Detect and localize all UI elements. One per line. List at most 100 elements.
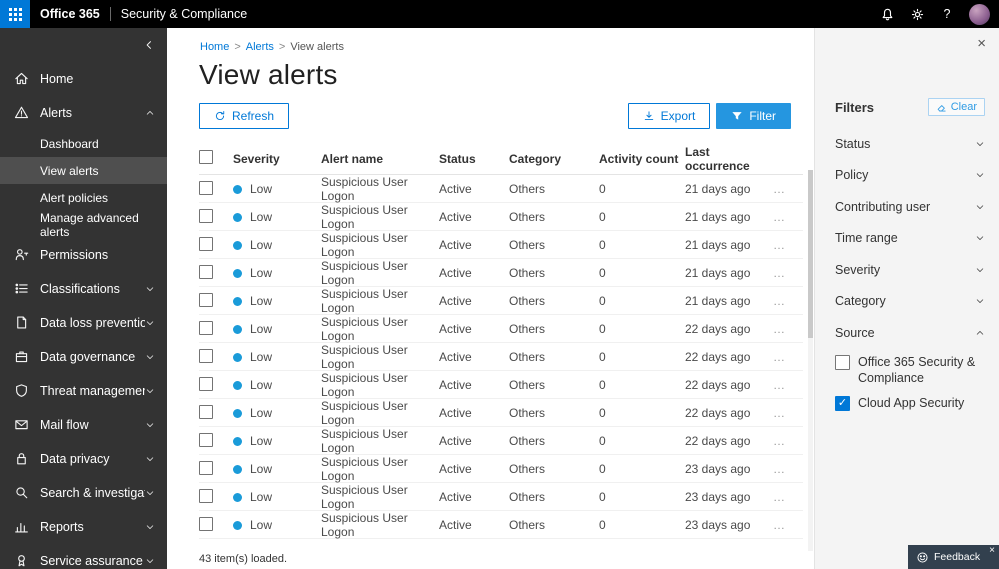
row-checkbox[interactable]: [199, 516, 213, 531]
avatar[interactable]: [969, 3, 990, 25]
row-more-button[interactable]: …: [773, 350, 801, 364]
row-more-button[interactable]: …: [773, 462, 801, 476]
sidebar-item-service-assurance[interactable]: Service assurance: [0, 544, 167, 569]
sidebar-item-threat-management[interactable]: Threat management: [0, 374, 167, 408]
sidebar-item-dashboard[interactable]: Dashboard: [0, 130, 167, 157]
column-header-alert-name[interactable]: Alert name: [321, 152, 439, 166]
table-row[interactable]: Low Suspicious User Logon Active Others 0 21 …: [199, 287, 803, 315]
row-more-button[interactable]: …: [773, 378, 801, 392]
alert-category: Others: [509, 294, 546, 308]
table-row[interactable]: Low Suspicious User Logon Active Others 0 22 …: [199, 343, 803, 371]
scrollbar-thumb[interactable]: [808, 170, 813, 338]
sidebar-item-reports[interactable]: Reports: [0, 510, 167, 544]
sidebar-item-alerts[interactable]: Alerts: [0, 96, 167, 130]
sidebar-item-search-investigation[interactable]: Search & investigation: [0, 476, 167, 510]
row-more-button[interactable]: …: [773, 322, 801, 336]
column-header-status[interactable]: Status: [439, 152, 509, 166]
sidebar-item-view-alerts[interactable]: View alerts: [0, 157, 167, 184]
table-row[interactable]: Low Suspicious User Logon Active Others 0 22 …: [199, 371, 803, 399]
table-row[interactable]: Low Suspicious User Logon Active Others 0 21 …: [199, 259, 803, 287]
column-header-activity-count[interactable]: Activity count: [599, 152, 685, 166]
filter-section-source[interactable]: Source: [835, 317, 985, 349]
help-button[interactable]: ?: [939, 6, 955, 22]
row-more-button[interactable]: …: [773, 294, 801, 308]
unchecked-checkbox[interactable]: [835, 354, 850, 370]
row-checkbox[interactable]: [199, 404, 213, 419]
sidebar: Home Alerts Dashboard View alerts Alert poli…: [0, 28, 167, 569]
chevron-down-icon: [145, 420, 155, 430]
sidebar-item-permissions[interactable]: Permissions: [0, 238, 167, 272]
sidebar-item-data-governance[interactable]: Data governance: [0, 340, 167, 374]
sidebar-item-alert-policies[interactable]: Alert policies: [0, 184, 167, 211]
breadcrumb-alerts[interactable]: Alerts: [246, 41, 274, 53]
row-checkbox[interactable]: [199, 180, 213, 195]
filter-section-policy[interactable]: Policy: [835, 160, 985, 192]
row-checkbox[interactable]: [199, 376, 213, 391]
filter-section-time-range[interactable]: Time range: [835, 223, 985, 255]
row-checkbox[interactable]: [199, 488, 213, 503]
sidebar-item-home[interactable]: Home: [0, 62, 167, 96]
last-occurrence: 21 days ago: [685, 210, 751, 224]
vertical-scrollbar[interactable]: [808, 170, 813, 551]
table-row[interactable]: Low Suspicious User Logon Active Others 0 22 …: [199, 315, 803, 343]
table-row[interactable]: Low Suspicious User Logon Active Others 0 22 …: [199, 399, 803, 427]
clear-filters-button[interactable]: Clear: [927, 98, 985, 116]
filter-option-office-365-security-compliance[interactable]: Office 365 Security & Compliance: [835, 354, 991, 388]
row-checkbox[interactable]: [199, 264, 213, 279]
activity-count: 0: [599, 322, 606, 336]
severity-label: Low: [250, 182, 273, 196]
filter-section-severity[interactable]: Severity: [835, 254, 985, 286]
row-more-button[interactable]: …: [773, 210, 801, 224]
refresh-button[interactable]: Refresh: [199, 103, 290, 129]
column-header-category[interactable]: Category: [509, 152, 599, 166]
sidebar-item-data-privacy[interactable]: Data privacy: [0, 442, 167, 476]
checked-checkbox[interactable]: ✓: [835, 396, 850, 412]
filter-button[interactable]: Filter: [716, 103, 791, 129]
table-row[interactable]: Low Suspicious User Logon Active Others 0 23 …: [199, 483, 803, 511]
row-checkbox[interactable]: [199, 348, 213, 363]
row-more-button[interactable]: …: [773, 518, 801, 532]
table-row[interactable]: Low Suspicious User Logon Active Others 0 22 …: [199, 427, 803, 455]
filter-section-status[interactable]: Status: [835, 128, 985, 160]
filter-section-category[interactable]: Category: [835, 286, 985, 318]
feedback-widget[interactable]: Feedback ×: [908, 545, 999, 569]
sidebar-item-mail-flow[interactable]: Mail flow: [0, 408, 167, 442]
export-button[interactable]: Export: [627, 103, 711, 129]
sidebar-collapse-button[interactable]: [143, 39, 155, 51]
table-row[interactable]: Low Suspicious User Logon Active Others 0 21 …: [199, 231, 803, 259]
column-header-severity[interactable]: Severity: [233, 152, 321, 166]
sidebar-item-data-loss-prevention[interactable]: Data loss prevention: [0, 306, 167, 340]
select-all-checkbox[interactable]: [199, 150, 213, 164]
breadcrumb-home[interactable]: Home: [200, 41, 229, 53]
alert-name: Suspicious User Logon: [321, 483, 408, 511]
filter-option-cloud-app-security[interactable]: ✓ Cloud App Security: [835, 395, 991, 412]
brand-title[interactable]: Office 365: [40, 7, 100, 21]
table-row[interactable]: Low Suspicious User Logon Active Others 0 23 …: [199, 455, 803, 483]
row-more-button[interactable]: …: [773, 406, 801, 420]
row-checkbox[interactable]: [199, 460, 213, 475]
sidebar-item-classifications[interactable]: Classifications: [0, 272, 167, 306]
feedback-close-icon[interactable]: ×: [989, 545, 995, 556]
row-more-button[interactable]: …: [773, 266, 801, 280]
column-header-last-occurrence[interactable]: Last occurrence: [685, 145, 773, 173]
severity-label: Low: [250, 518, 273, 532]
row-checkbox[interactable]: [199, 208, 213, 223]
row-checkbox[interactable]: [199, 236, 213, 251]
table-row[interactable]: Low Suspicious User Logon Active Others 0 21 …: [199, 203, 803, 231]
close-icon[interactable]: ×: [977, 36, 986, 51]
filter-section-contributing-user[interactable]: Contributing user: [835, 191, 985, 223]
notifications-bell-icon[interactable]: [879, 6, 895, 22]
app-launcher-button[interactable]: [0, 0, 30, 28]
row-more-button[interactable]: …: [773, 238, 801, 252]
row-checkbox[interactable]: [199, 292, 213, 307]
row-more-button[interactable]: …: [773, 182, 801, 196]
row-more-button[interactable]: …: [773, 490, 801, 504]
sidebar-item-manage-advanced-alerts[interactable]: Manage advanced alerts: [0, 211, 167, 239]
severity-label: Low: [250, 490, 273, 504]
table-row[interactable]: Low Suspicious User Logon Active Others 0 21 …: [199, 175, 803, 203]
table-row[interactable]: Low Suspicious User Logon Active Others 0 23 …: [199, 511, 803, 539]
gear-icon[interactable]: [909, 6, 925, 22]
row-more-button[interactable]: …: [773, 434, 801, 448]
row-checkbox[interactable]: [199, 320, 213, 335]
row-checkbox[interactable]: [199, 432, 213, 447]
